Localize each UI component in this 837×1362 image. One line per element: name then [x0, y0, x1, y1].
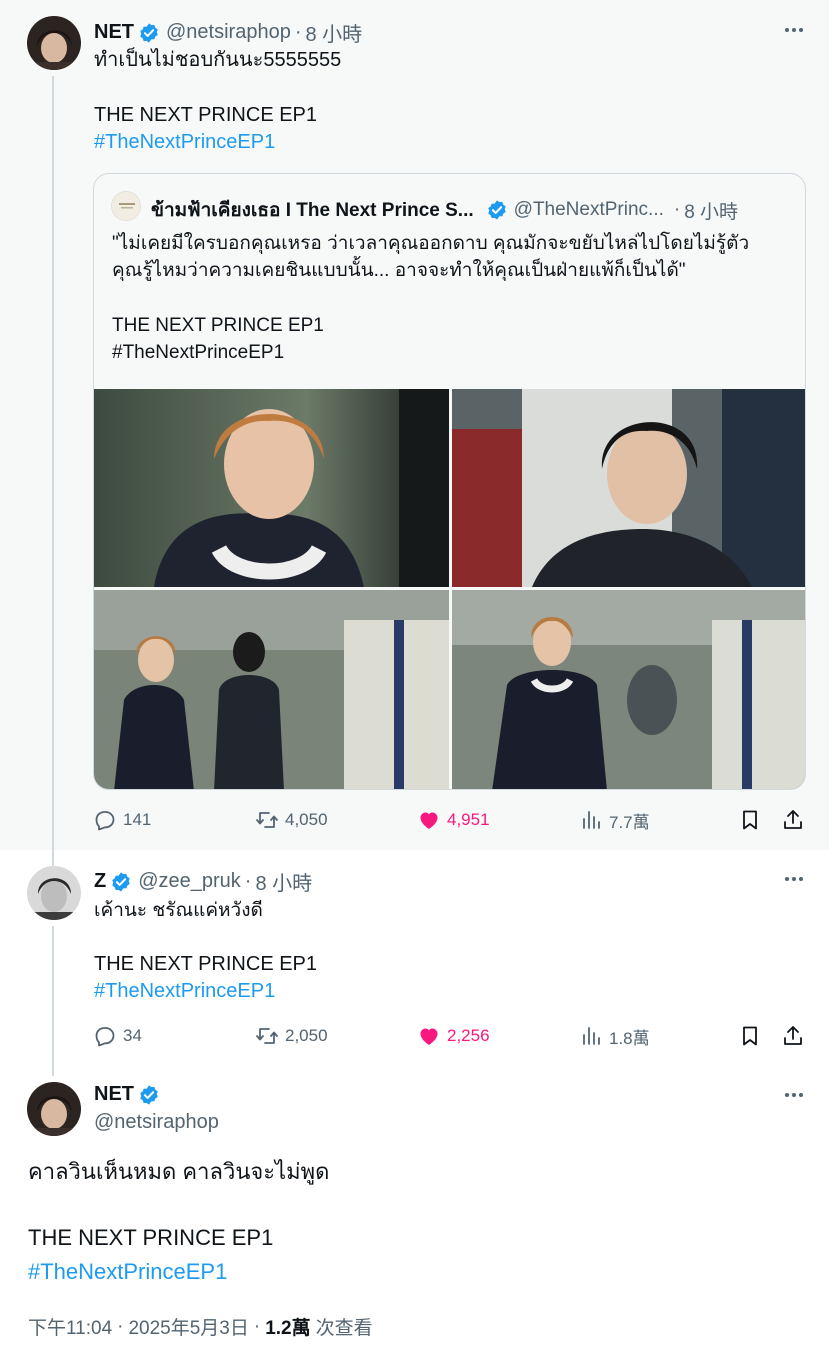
- reply-button[interactable]: 141: [93, 805, 151, 835]
- verified-badge-icon: [112, 871, 130, 892]
- tweet2-display-name[interactable]: Z: [94, 870, 106, 893]
- scene-photo-icon: [94, 590, 449, 789]
- tweet2-text-line1: เค้านะ ชรัณแค่หวังดี: [94, 900, 263, 921]
- reply-count: 34: [123, 1026, 142, 1045]
- more-options-icon[interactable]: [780, 1085, 808, 1105]
- tweet3-handle[interactable]: @netsiraphop: [94, 1109, 219, 1136]
- quoted-handle[interactable]: @TheNextPrinc...: [514, 199, 664, 221]
- retweet-icon: [256, 1028, 278, 1044]
- separator-dot: ·: [117, 1315, 124, 1337]
- retweet-icon: [256, 812, 278, 828]
- quoted-tweet-header: ข้ามฟ้าเคียงเธอ I The Next Prince S... @…: [151, 195, 738, 225]
- views-count: 7.7萬: [609, 812, 650, 832]
- views-chart-icon: [583, 1027, 600, 1045]
- tweet1-avatar[interactable]: [27, 16, 81, 70]
- post-time[interactable]: 下午11:04: [28, 1313, 112, 1340]
- views-button[interactable]: 7.7萬: [579, 805, 650, 835]
- user-avatar-photo-icon: [27, 1082, 81, 1136]
- tweet1-timestamp[interactable]: 8 小時: [306, 18, 363, 47]
- quoted-display-name[interactable]: ข้ามฟ้าเคียงเธอ I The Next Prince S...: [151, 195, 474, 225]
- media-image-3[interactable]: [94, 590, 449, 789]
- tweet3-meta: 下午11:04 · 2025年5月3日 · 1.2萬 次查看: [28, 1313, 373, 1340]
- retweet-count: 4,050: [285, 810, 328, 829]
- verified-badge-icon: [487, 200, 506, 220]
- views-chart-icon: [583, 811, 600, 829]
- show-logo-icon: [112, 192, 140, 220]
- reply-icon: [95, 811, 115, 831]
- view-count-label: 次查看: [315, 1318, 373, 1339]
- tweet1-hashtag-link[interactable]: #TheNextPrinceEP1: [94, 129, 275, 156]
- tweet2-text-line2: THE NEXT PRINCE EP1: [94, 953, 318, 975]
- quoted-text-line2: คุณรู้ไหมว่าความเคยชินแบบนั้น... อาจจะทำ…: [112, 260, 686, 281]
- media-image-4[interactable]: [452, 590, 805, 789]
- separator-dot: ·: [253, 1315, 261, 1337]
- scene-photo-icon: [452, 389, 805, 587]
- share-icon: [784, 1026, 802, 1045]
- tweet3-text-line2: THE NEXT PRINCE EP1: [28, 1225, 274, 1250]
- media-image-1[interactable]: [94, 389, 449, 587]
- tweet3-header: NET: [94, 1083, 160, 1106]
- thread-connector-line: [52, 76, 54, 850]
- reply-icon: [95, 1027, 115, 1047]
- share-icon: [784, 810, 802, 829]
- reply-count: 141: [123, 810, 152, 829]
- media-image-2[interactable]: [452, 389, 805, 587]
- views-button[interactable]: 1.8萬: [579, 1021, 650, 1051]
- like-button[interactable]: 2,256: [417, 1021, 490, 1051]
- more-options-icon[interactable]: [780, 20, 808, 40]
- quoted-account-avatar: [111, 191, 141, 221]
- retweet-count: 2,050: [285, 1026, 328, 1045]
- tweet2-avatar[interactable]: [27, 866, 81, 920]
- share-button[interactable]: [781, 805, 805, 835]
- bookmark-button[interactable]: [738, 805, 762, 835]
- tweet2-header: Z @zee_pruk · 8 小時: [94, 867, 312, 896]
- like-count: 4,951: [447, 810, 490, 829]
- heart-filled-icon: [420, 1028, 438, 1045]
- scene-photo-icon: [452, 590, 805, 789]
- quoted-text-hashtag: #TheNextPrinceEP1: [112, 342, 285, 363]
- tweet1-text-line2: THE NEXT PRINCE EP1: [94, 104, 318, 126]
- verified-badge-icon: [140, 1084, 158, 1105]
- retweet-button[interactable]: 4,050: [255, 805, 328, 835]
- quoted-tweet-card[interactable]: ข้ามฟ้าเคียงเธอ I The Next Prince S... @…: [93, 173, 806, 790]
- heart-filled-icon: [420, 812, 438, 829]
- tweet2-timestamp[interactable]: 8 小時: [255, 867, 312, 896]
- post-date[interactable]: 2025年5月3日: [128, 1313, 248, 1340]
- retweet-button[interactable]: 2,050: [255, 1021, 328, 1051]
- quoted-text-line3: THE NEXT PRINCE EP1: [112, 315, 324, 336]
- user-avatar-photo-icon: [27, 866, 81, 920]
- tweet1-actions-bar: 141 4,050 4,951 7.7萬: [93, 805, 815, 835]
- tweet1-header: NET @netsiraphop · 8 小時: [94, 18, 362, 47]
- views-count: 1.8萬: [609, 1028, 650, 1048]
- more-options-icon[interactable]: [780, 869, 808, 889]
- tweet2-handle[interactable]: @zee_pruk: [138, 870, 241, 893]
- separator-dot: ·: [294, 21, 302, 43]
- quoted-text-line1: "ไม่เคยมีใครบอกคุณเหรอ ว่าเวลาคุณออกดาบ …: [112, 233, 750, 254]
- tweet2-hashtag-link[interactable]: #TheNextPrinceEP1: [94, 978, 275, 1005]
- tweet1-handle[interactable]: @netsiraphop: [166, 21, 291, 44]
- tweet1-display-name[interactable]: NET: [94, 21, 134, 44]
- user-avatar-photo-icon: [27, 16, 81, 70]
- separator-dot: ·: [673, 199, 681, 220]
- verified-badge-icon: [140, 22, 158, 43]
- thread-connector-line: [52, 926, 54, 1076]
- view-count: 1.2萬: [265, 1318, 311, 1339]
- bookmark-button[interactable]: [738, 1021, 762, 1051]
- tweet3-display-name[interactable]: NET: [94, 1083, 134, 1106]
- share-button[interactable]: [781, 1021, 805, 1051]
- bookmark-icon: [743, 1026, 757, 1046]
- reply-button[interactable]: 34: [93, 1021, 142, 1051]
- bookmark-icon: [743, 810, 757, 830]
- scene-photo-icon: [94, 389, 449, 587]
- quoted-timestamp: 8 小時: [684, 201, 739, 223]
- like-count: 2,256: [447, 1026, 490, 1045]
- like-button[interactable]: 4,951: [417, 805, 490, 835]
- tweet1-text-line1: ทำเป็นไม่ชอบกันนะ5555555: [94, 49, 342, 71]
- quoted-media-grid: [94, 389, 805, 789]
- tweet3-avatar[interactable]: [27, 1082, 81, 1136]
- tweet3-text-line1: คาลวินเห็นหมด คาลวินจะไม่พูด: [28, 1159, 330, 1184]
- tweet2-actions-bar: 34 2,050 2,256 1.8萬: [93, 1021, 815, 1051]
- tweet3-hashtag-link[interactable]: #TheNextPrinceEP1: [28, 1257, 227, 1287]
- separator-dot: ·: [244, 870, 252, 892]
